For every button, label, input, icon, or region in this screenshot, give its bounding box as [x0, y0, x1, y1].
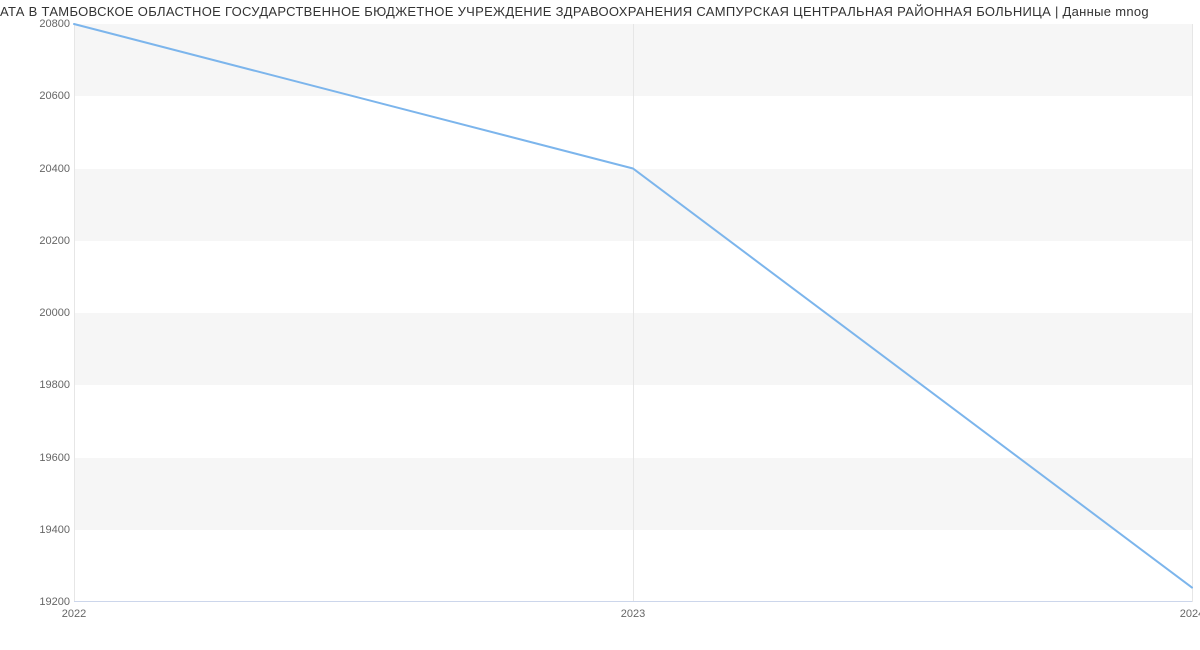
y-tick-label: 19200	[10, 596, 70, 608]
y-tick-label: 19600	[10, 452, 70, 464]
gridline-vertical	[1192, 24, 1193, 602]
series-line	[74, 24, 1192, 588]
y-tick-label: 20800	[10, 18, 70, 30]
x-tick-label: 2022	[62, 608, 86, 620]
y-tick-label: 19800	[10, 379, 70, 391]
y-tick-label: 20000	[10, 307, 70, 319]
y-tick-label: 20200	[10, 235, 70, 247]
plot-area	[74, 24, 1192, 602]
chart-container: АТА В ТАМБОВСКОЕ ОБЛАСТНОЕ ГОСУДАРСТВЕНН…	[0, 0, 1200, 650]
line-layer	[74, 24, 1192, 602]
y-tick-label: 20600	[10, 90, 70, 102]
y-tick-label: 19400	[10, 524, 70, 536]
chart-title: АТА В ТАМБОВСКОЕ ОБЛАСТНОЕ ГОСУДАРСТВЕНН…	[0, 4, 1200, 19]
y-tick-label: 20400	[10, 163, 70, 175]
x-tick-label: 2024	[1180, 608, 1200, 620]
x-tick-label: 2023	[621, 608, 645, 620]
